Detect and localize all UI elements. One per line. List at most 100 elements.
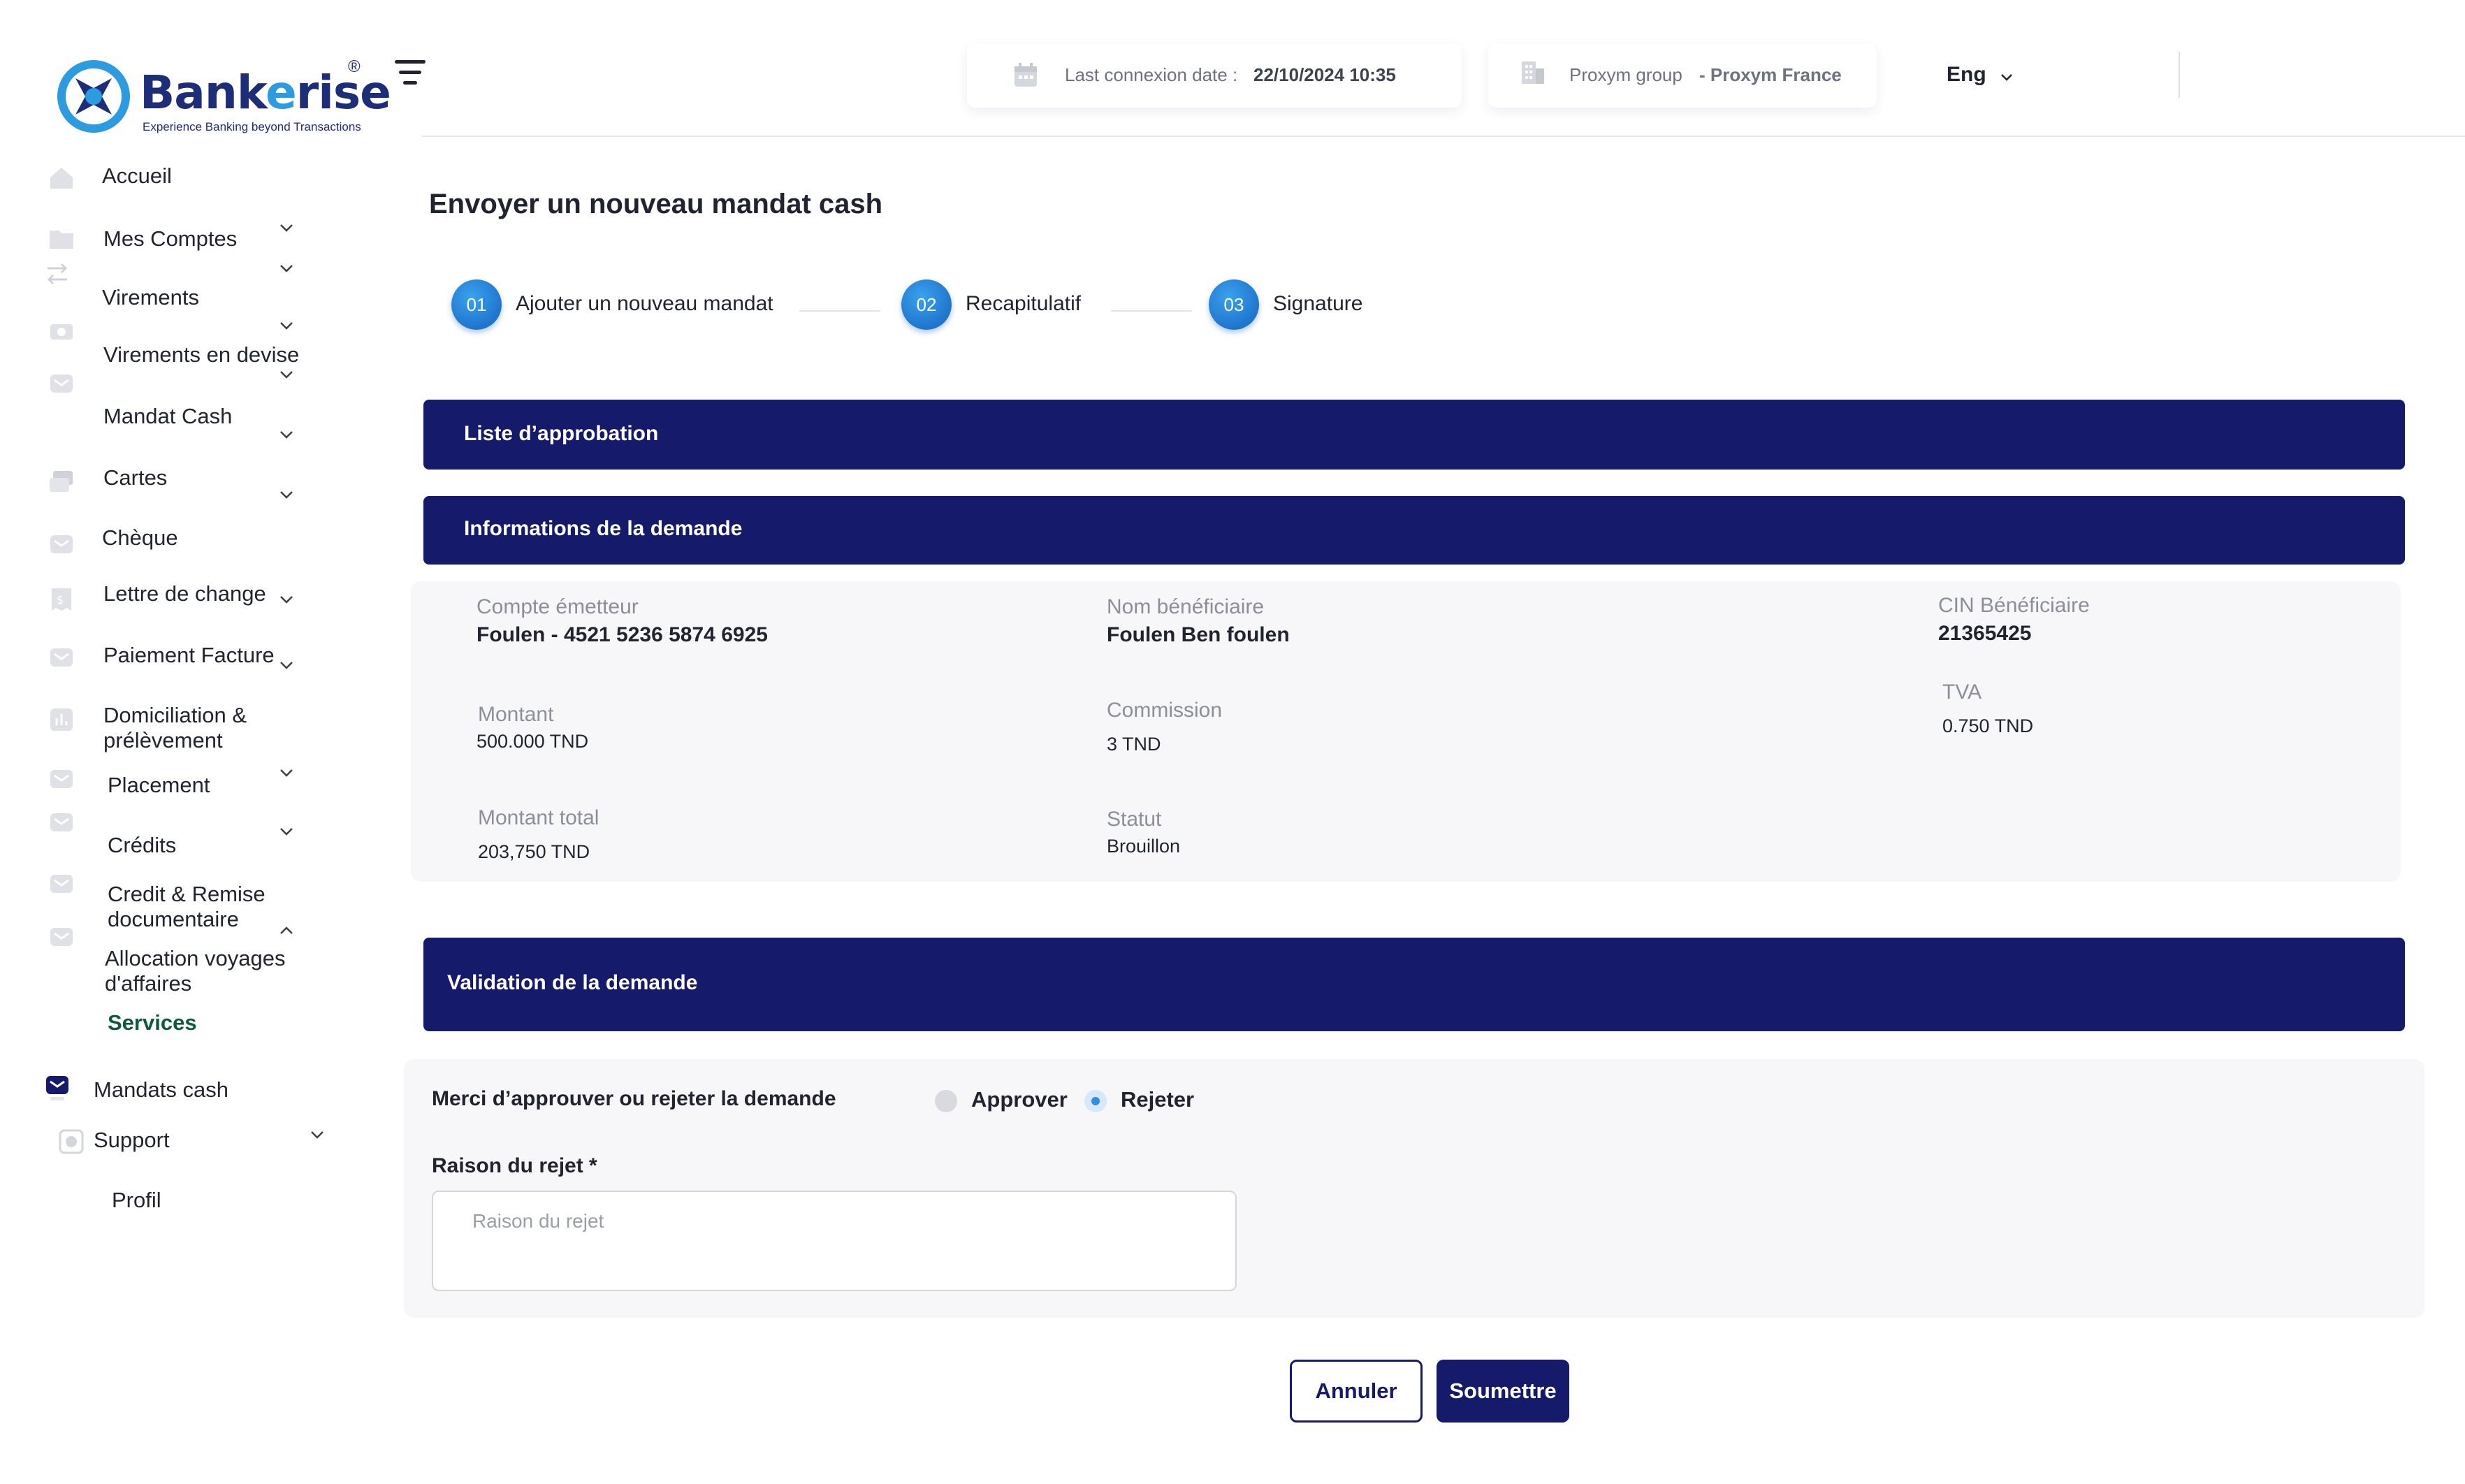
reject-reason-input[interactable] xyxy=(432,1191,1237,1291)
sidebar-item-label: Services xyxy=(108,1010,197,1035)
reject-label[interactable]: Rejeter xyxy=(1121,1087,1194,1112)
sidebar-item-virements-devise[interactable]: Virements en devise xyxy=(42,314,307,370)
step-label: Signature xyxy=(1273,292,1363,315)
sidebar-item-placement[interactable]: Placement xyxy=(42,763,307,798)
group-value: - Proxym France xyxy=(1699,64,1842,85)
submit-button[interactable]: Soumettre xyxy=(1437,1360,1569,1423)
section-title: Validation de la demande xyxy=(447,971,698,994)
chevron-down-icon[interactable] xyxy=(278,764,295,781)
sidebar-item-label: Mandat Cash xyxy=(103,404,233,428)
tva-label: TVA xyxy=(1942,681,1982,704)
group-label: Proxym group xyxy=(1569,64,1682,85)
montant-total-value: 203,750 TND xyxy=(478,841,590,862)
chevron-down-icon[interactable] xyxy=(309,1126,326,1143)
validation-header[interactable]: Validation de la demande xyxy=(423,938,2405,1031)
support-icon xyxy=(59,1129,84,1154)
chevron-down-icon[interactable] xyxy=(278,486,295,503)
sidebar-item-label-line2: prélèvement xyxy=(103,728,223,752)
last-connexion-pill: Last connexion date : 22/10/2024 10:35 xyxy=(967,43,1462,108)
section-title: Liste d’approbation xyxy=(464,422,659,445)
approve-radio[interactable] xyxy=(935,1090,957,1112)
section-title: Informations de la demande xyxy=(464,517,743,540)
approval-list-header[interactable]: Liste d’approbation xyxy=(423,400,2405,470)
sidebar-item-label: Paiement Facture xyxy=(103,643,275,667)
chevron-up-icon[interactable] xyxy=(278,922,295,939)
cin-beneficiaire-label: CIN Bénéficiaire xyxy=(1938,594,2090,617)
sidebar-item-credits[interactable]: Crédits xyxy=(42,808,307,857)
building-icon xyxy=(1522,61,1544,84)
sidebar-subitem-services[interactable]: Services xyxy=(42,1009,307,1040)
sidebar-item-paiement-facture[interactable]: Paiement Facture xyxy=(42,643,307,685)
calendar-icon xyxy=(1015,63,1037,87)
chevron-down-icon[interactable] xyxy=(278,219,295,236)
sidebar-item-label: Credit & Remise xyxy=(108,882,266,906)
sidebar-item-support[interactable]: Support xyxy=(42,1126,323,1161)
chevron-down-icon[interactable] xyxy=(278,823,295,840)
sidebar-item-mandat-cash[interactable]: Mandat Cash xyxy=(42,369,307,446)
mail-icon xyxy=(50,374,73,393)
step-number: 03 xyxy=(1209,279,1259,330)
chevron-down-icon[interactable] xyxy=(278,591,295,608)
sidebar-item-label: Profil xyxy=(112,1188,161,1212)
header-divider xyxy=(422,136,2465,137)
registered-mark: ® xyxy=(348,57,361,76)
sidebar-item-label: Accueil xyxy=(102,163,172,188)
sidebar-item-accueil[interactable]: Accueil xyxy=(42,162,307,193)
organization-pill[interactable]: Proxym group - Proxym France xyxy=(1488,43,1877,108)
sidebar-item-credit-remise[interactable]: Credit & Remise documentaire xyxy=(42,865,307,931)
sidebar-item-label: Virements xyxy=(102,285,199,310)
page-title: Envoyer un nouveau mandat cash xyxy=(429,189,883,219)
mail-icon xyxy=(50,648,73,667)
last-connexion-value: 22/10/2024 10:35 xyxy=(1253,64,1396,85)
chevron-down-icon[interactable] xyxy=(1998,68,2015,85)
sidebar: Bankerise ® Experience Banking beyond Tr… xyxy=(0,0,426,1484)
svg-text:$: $ xyxy=(57,593,64,606)
montant-label: Montant xyxy=(478,703,554,726)
step-number: 01 xyxy=(451,279,502,330)
brand-logo[interactable]: Bankerise ® Experience Banking beyond Tr… xyxy=(54,57,391,136)
tva-value: 0.750 TND xyxy=(1942,715,2034,736)
step-label: Recapitulatif xyxy=(966,292,1082,315)
menu-toggle-icon[interactable] xyxy=(395,60,426,88)
sidebar-item-cheque[interactable]: Chèque xyxy=(42,525,307,559)
home-icon xyxy=(50,168,73,189)
compte-emetteur-value: Foulen - 4521 5236 5874 6925 xyxy=(477,623,768,646)
reject-radio[interactable] xyxy=(1084,1090,1107,1112)
approve-label[interactable]: Approver xyxy=(971,1087,1068,1112)
cancel-button[interactable]: Annuler xyxy=(1290,1360,1423,1423)
sidebar-item-label: Lettre de change xyxy=(103,581,266,606)
statut-value: Brouillon xyxy=(1107,836,1181,857)
stepper-connector xyxy=(1111,310,1192,312)
sidebar-item-allocation-voyages[interactable]: Allocation voyages d'affaires xyxy=(42,922,307,1006)
sidebar-item-mes-comptes[interactable]: Mes Comptes xyxy=(42,224,307,256)
sidebar-item-domiciliation[interactable]: Domiciliation & prélèvement xyxy=(42,703,307,759)
validation-question: Merci d’approuver ou rejeter la demande xyxy=(432,1087,836,1110)
sidebar-item-mandats-cash[interactable]: Mandats cash xyxy=(42,1073,307,1115)
chevron-down-icon[interactable] xyxy=(278,426,295,443)
mail-icon xyxy=(46,1076,68,1100)
sidebar-item-profil[interactable]: Profil xyxy=(42,1186,307,1217)
mail-icon xyxy=(50,928,73,946)
chevron-down-icon[interactable] xyxy=(278,657,295,674)
nom-beneficiaire-value: Foulen Ben foulen xyxy=(1107,623,1290,646)
mail-icon xyxy=(50,770,73,788)
step-label: Ajouter un nouveau mandat xyxy=(516,292,773,315)
sidebar-item-label-line2: d'affaires xyxy=(105,971,192,996)
commission-value: 3 TND xyxy=(1107,734,1161,755)
transfer-icon xyxy=(47,263,68,285)
sidebar-item-label: Chèque xyxy=(102,525,178,550)
last-connexion-label: Last connexion date : xyxy=(1065,64,1238,85)
request-info-header[interactable]: Informations de la demande xyxy=(423,496,2405,565)
language-selector[interactable]: Eng xyxy=(1947,63,1986,87)
bill-icon: $ xyxy=(52,588,71,611)
sidebar-item-label: Domiciliation & xyxy=(103,703,247,727)
compte-emetteur-label: Compte émetteur xyxy=(477,595,639,618)
sidebar-item-virements[interactable]: Virements xyxy=(42,260,307,310)
sidebar-item-cartes[interactable]: Cartes xyxy=(42,464,307,506)
cin-beneficiaire-value: 21365425 xyxy=(1938,622,2032,645)
chevron-down-icon[interactable] xyxy=(278,366,295,383)
sidebar-item-lettre-de-change[interactable]: $ Lettre de change xyxy=(42,581,307,623)
chevron-down-icon[interactable] xyxy=(278,317,295,334)
mail-icon xyxy=(50,875,73,893)
chevron-down-icon[interactable] xyxy=(278,260,295,277)
